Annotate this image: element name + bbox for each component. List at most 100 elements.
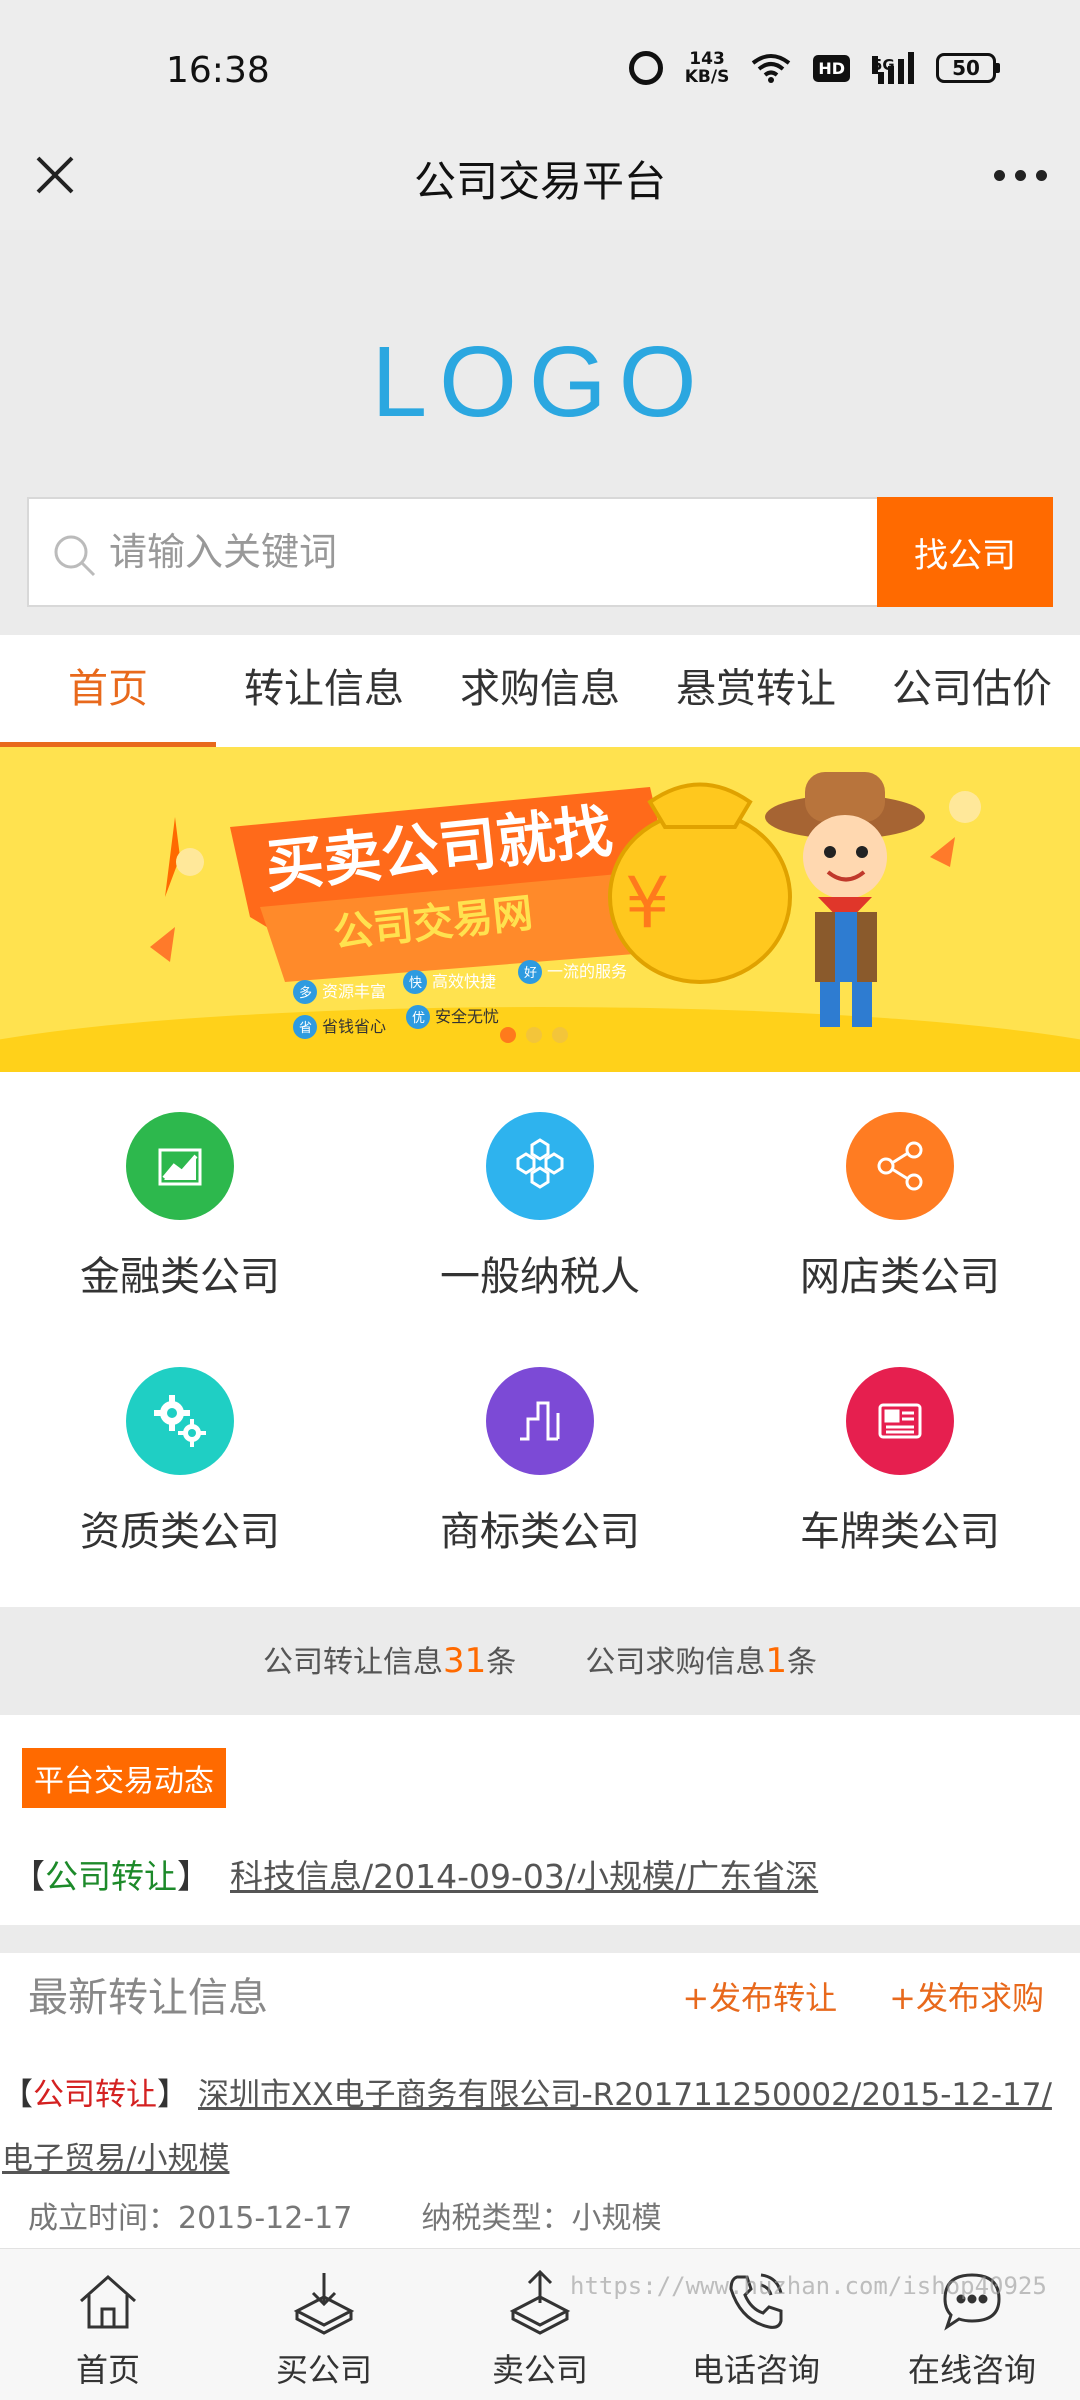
feature-badge-5: 优: [412, 1011, 425, 1026]
feature-5: 安全无忧: [435, 1007, 499, 1026]
feature-badge-1: 多: [299, 985, 312, 1001]
search-icon: [54, 535, 96, 577]
newspaper-icon: [846, 1367, 954, 1475]
latest-actions: +发布转让 +发布求购: [682, 1973, 1044, 2019]
bottom-nav-label: 买公司: [275, 2351, 372, 2389]
established-value: 2015-12-17: [178, 2201, 353, 2236]
category-label: 商标类公司: [440, 1509, 640, 1555]
bottom-nav-buy[interactable]: 买公司: [216, 2249, 432, 2400]
hexagon-cluster-icon: [486, 1112, 594, 1220]
coin-symbol: ¥: [625, 862, 670, 944]
bracket: 【: [12, 1857, 45, 1896]
item-tag: 公司转让: [33, 2077, 157, 2113]
purchase-count-suffix: 条: [787, 1645, 817, 1680]
tab-home[interactable]: 首页: [0, 635, 216, 747]
list-item-meta: 成立时间：2015-12-17 纳税类型：小规模: [28, 2193, 661, 2237]
category-label: 金融类公司: [80, 1254, 280, 1300]
bar-chart-icon: [486, 1367, 594, 1475]
feature-2: 高效快捷: [432, 972, 496, 991]
category-label: 一般纳税人: [440, 1254, 640, 1300]
logo-area: LOGO 找公司: [0, 230, 1080, 635]
network-type: 5G: [872, 56, 895, 74]
purchase-count: 1: [765, 1641, 787, 1681]
feature-4: 省钱省心: [322, 1017, 386, 1036]
bracket: 】: [157, 2077, 188, 2113]
dynamics-link[interactable]: 科技信息/2014-09-03/小规模/广东省深: [230, 1857, 818, 1896]
purchase-count-prefix: 公司求购信息: [585, 1645, 766, 1680]
more-options-icon[interactable]: [990, 160, 1050, 190]
publish-purchase-link[interactable]: +发布求购: [889, 1973, 1044, 2019]
search-bar: 找公司: [27, 497, 1053, 607]
bottom-nav-label: 卖公司: [491, 2351, 588, 2389]
feature-3: 一流的服务: [547, 962, 627, 981]
battery-level: 50: [936, 53, 996, 83]
latest-transfers: 最新转让信息 +发布转让 +发布求购 【公司转让】 深圳市XX电子商务有限公司-R…: [0, 1953, 1080, 2248]
dynamics-item[interactable]: 【公司转让】 科技信息/2014-09-03/小规模/广东省深: [12, 1850, 818, 1898]
category-online-store[interactable]: 网店类公司: [720, 1112, 1080, 1302]
feature-badge-3: 好: [524, 966, 537, 981]
gears-icon: [126, 1367, 234, 1475]
search-button[interactable]: 找公司: [877, 497, 1053, 607]
status-time: 16:38: [166, 50, 270, 91]
network-speed-unit: KB/S: [684, 67, 730, 87]
alarm-icon: [628, 51, 663, 85]
promo-banner[interactable]: ¥ 买卖公司就找 公司交易网 多 资源丰富 快 高效快捷 好 一流的服务 省 省…: [0, 747, 1080, 1072]
transfer-count-prefix: 公司转让信息: [263, 1645, 443, 1680]
hd-icon: HD: [813, 54, 850, 82]
section-title: 最新转让信息: [28, 1975, 268, 2021]
tax-label: 纳税类型：: [421, 2201, 572, 2236]
feature-1: 资源丰富: [322, 982, 386, 1001]
status-icons: 143 KB/S HD 5G 50: [628, 50, 1000, 86]
category-license-plate[interactable]: 车牌类公司: [720, 1367, 1080, 1557]
close-icon[interactable]: [30, 150, 80, 200]
wifi-icon: [752, 54, 791, 83]
category-label: 网店类公司: [800, 1254, 1000, 1300]
list-item[interactable]: 【公司转让】 深圳市XX电子商务有限公司-R201711250002/2015-1…: [2, 2063, 1077, 2191]
platform-dynamics: 平台交易动态 【公司转让】 科技信息/2014-09-03/小规模/广东省深: [0, 1715, 1080, 1925]
category-grid: 金融类公司 一般纳税人 网店类公司 资质类公司 商标类公司 车牌类公司: [0, 1072, 1080, 1607]
feature-badge-4: 省: [299, 1021, 312, 1036]
page-title: 公司交易平台: [413, 157, 666, 206]
watermark: https://www.huzhan.com/ishop40925: [570, 2272, 1047, 2300]
bottom-nav-label: 电话咨询: [691, 2351, 820, 2389]
feature-badge-2: 快: [409, 976, 422, 991]
chart-up-icon: [126, 1112, 234, 1220]
bracket: 】: [177, 1857, 210, 1896]
category-general-taxpayer[interactable]: 一般纳税人: [360, 1112, 720, 1302]
upload-tray-icon: [509, 2269, 571, 2335]
established-label: 成立时间：: [28, 2201, 178, 2236]
logo: LOGO: [371, 326, 709, 438]
category-label: 资质类公司: [80, 1509, 280, 1555]
category-qualification[interactable]: 资质类公司: [0, 1367, 360, 1557]
network-speed-value: 143: [689, 49, 725, 69]
carousel-dot[interactable]: [552, 1027, 568, 1043]
signal-icon: 5G: [872, 52, 914, 84]
download-tray-icon: [293, 2273, 355, 2335]
item-tag: 公司转让: [45, 1857, 177, 1896]
share-icon: [846, 1112, 954, 1220]
category-finance[interactable]: 金融类公司: [0, 1112, 360, 1302]
carousel-dot[interactable]: [500, 1027, 516, 1043]
network-speed: 143 KB/S: [685, 50, 730, 86]
battery-icon: 50: [936, 53, 1000, 83]
tab-reward-transfer[interactable]: 悬赏转让: [648, 635, 864, 747]
tab-transfer-info[interactable]: 转让信息: [216, 635, 432, 747]
bottom-nav-home[interactable]: 首页: [0, 2249, 216, 2400]
search-input[interactable]: [109, 499, 889, 605]
home-icon: [80, 2274, 136, 2329]
bottom-nav-label: 在线咨询: [907, 2351, 1036, 2389]
title-bar: 公司交易平台: [0, 130, 1080, 230]
transfer-count: 31: [443, 1641, 487, 1681]
nav-tabs: 首页 转让信息 求购信息 悬赏转让 公司估价: [0, 635, 1080, 747]
tab-purchase-info[interactable]: 求购信息: [432, 635, 648, 747]
banner-artwork: ¥ 买卖公司就找 公司交易网 多 资源丰富 快 高效快捷 好 一流的服务 省 省…: [0, 772, 1080, 1072]
bottom-nav-label: 首页: [75, 2351, 140, 2389]
publish-transfer-link[interactable]: +发布转让: [682, 1973, 837, 2019]
bracket: 【: [2, 2077, 33, 2113]
category-trademark[interactable]: 商标类公司: [360, 1367, 720, 1557]
carousel-dot[interactable]: [526, 1027, 542, 1043]
carousel-dots[interactable]: [500, 1027, 568, 1043]
section-badge: 平台交易动态: [22, 1748, 226, 1808]
status-bar: 16:38 143 KB/S HD 5G 50: [0, 0, 1080, 130]
tab-company-valuation[interactable]: 公司估价: [864, 635, 1080, 747]
